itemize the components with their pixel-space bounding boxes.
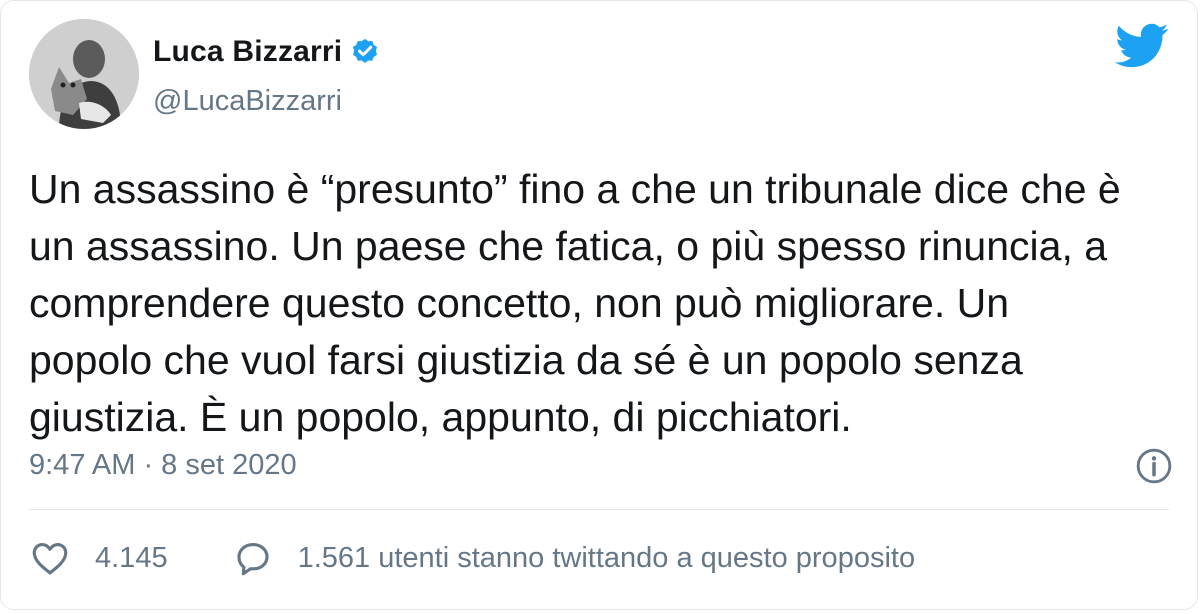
verified-badge-icon [350,37,380,67]
tweet-timestamp[interactable]: 9:47 AM · 8 set 2020 [29,449,297,482]
tweet-card: Luca Bizzarri @LucaBizzarri Un assassino… [0,0,1198,610]
author-name-row[interactable]: Luca Bizzarri [153,35,380,69]
twitter-bird-icon[interactable] [1115,23,1169,69]
info-icon[interactable] [1135,447,1173,485]
tweet-text: Un assassino è “presunto” fino a che un … [29,166,1121,440]
author-handle[interactable]: @LucaBizzarri [153,85,342,118]
reply-action[interactable]: 1.561 utenti stanno twittando a questo p… [232,537,916,579]
speech-bubble-icon[interactable] [232,537,274,579]
reply-text[interactable]: 1.561 utenti stanno twittando a questo p… [298,542,916,575]
heart-icon[interactable] [29,537,71,579]
tweet-actions: 4.145 1.561 utenti stanno twittando a qu… [29,537,915,579]
like-count[interactable]: 4.145 [95,542,168,575]
avatar[interactable] [29,19,139,129]
like-action[interactable]: 4.145 [29,537,168,579]
author-name[interactable]: Luca Bizzarri [153,35,342,69]
divider [29,509,1169,510]
